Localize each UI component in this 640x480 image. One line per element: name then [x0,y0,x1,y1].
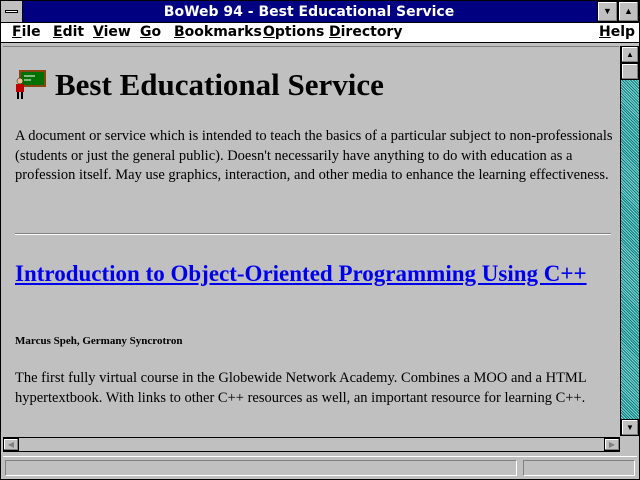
course-author: Marcus Speh, Germany Syncrotron [15,335,183,347]
scroll-left-button[interactable]: ◀ [3,438,19,451]
vertical-scroll-thumb[interactable] [621,63,639,80]
down-arrow-icon: ▼ [626,423,634,432]
menu-file[interactable]: File [12,24,41,40]
page-heading: Best Educational Service [15,67,384,103]
menu-bookmarks[interactable]: Bookmarks [174,24,262,40]
menu-directory[interactable]: Directory [329,24,402,40]
maximize-button[interactable]: ▲ [618,1,639,22]
course-description: The first fully virtual course in the Gl… [15,370,587,406]
menu-edit[interactable]: Edit [53,24,84,40]
scroll-down-button[interactable]: ▼ [621,419,639,436]
page-title: Best Educational Service [55,67,384,102]
horizontal-rule [15,233,611,235]
intro-paragraph: A document or service which is intended … [15,128,613,183]
progress-indicator [523,460,635,476]
title-bar[interactable]: BoWeb 94 - Best Educational Service ▼ ▲ [1,1,639,23]
scroll-up-button[interactable]: ▲ [621,46,639,63]
horizontal-scrollbar[interactable]: ◀ ▶ [3,437,620,452]
menu-go[interactable]: Go [140,24,161,40]
browser-window: BoWeb 94 - Best Educational Service ▼ ▲ … [0,0,640,480]
menu-bar: File Edit View Go Bookmarks Options Dire… [1,23,639,43]
up-triangle-icon: ▲ [624,6,633,16]
status-bar [3,456,637,478]
menu-help[interactable]: Help [599,24,635,40]
window-title: BoWeb 94 - Best Educational Service [163,4,455,20]
education-icon [15,70,47,100]
menu-options[interactable]: Options [263,24,324,40]
course-link[interactable]: Introduction to Object-Oriented Programm… [15,261,615,287]
vertical-scrollbar[interactable]: ▲ ▼ [620,46,639,436]
up-arrow-icon: ▲ [626,50,634,59]
minimize-button[interactable]: ▼ [597,1,618,22]
document-view[interactable]: Best Educational Service A document or s… [3,46,619,436]
down-triangle-icon: ▼ [603,6,612,16]
right-arrow-icon: ▶ [608,440,616,449]
system-menu-icon[interactable] [1,1,23,22]
menu-view[interactable]: View [93,24,131,40]
left-arrow-icon: ◀ [7,440,15,449]
status-message [5,460,517,476]
scroll-right-button[interactable]: ▶ [604,438,620,451]
